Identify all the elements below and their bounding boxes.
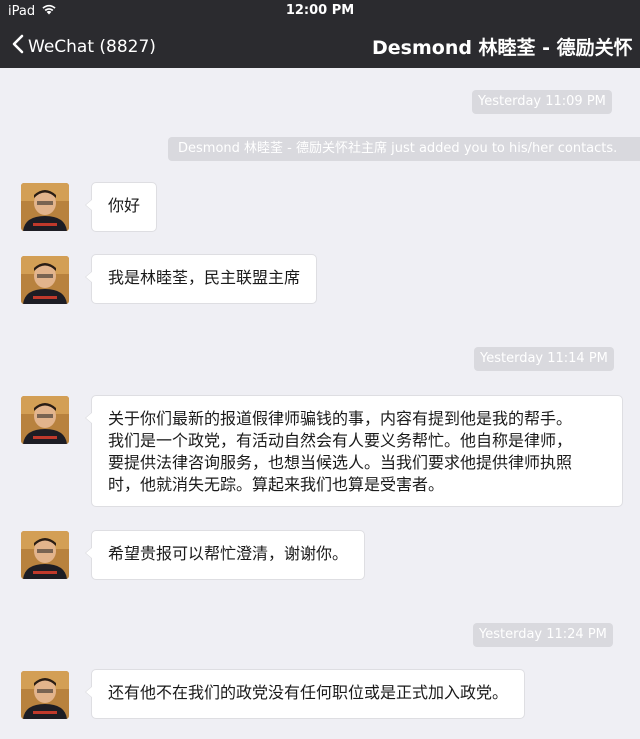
timestamp: Yesterday 11:24 PM — [473, 623, 613, 647]
message-bubble[interactable]: 关于你们最新的报道假律师骗钱的事，内容有提到他是我的帮手。 我们是一个政党，有活… — [85, 395, 623, 507]
contact-avatar[interactable] — [21, 531, 69, 579]
contact-avatar[interactable] — [21, 396, 69, 444]
message-text: 你好 — [108, 196, 141, 215]
contact-avatar[interactable] — [21, 183, 69, 231]
message-bubble[interactable]: 我是林睦荃，民主联盟主席 — [84, 254, 318, 304]
status-time: 12:00 PM — [285, 3, 355, 18]
message-line: 要提供法律咨询服务，也想当候选人。当我们要求他提供律师执照 — [108, 453, 573, 472]
timestamp: Yesterday 11:14 PM — [474, 347, 614, 371]
message-text: 我是林睦荃，民主联盟主席 — [108, 268, 301, 287]
message-text: 还有他不在我们的政党没有任何职位或是正式加入政党。 — [108, 683, 509, 702]
chat-area[interactable]: Yesterday 11:09 PM Desmond 林睦荃 - 德励关怀社主席… — [0, 68, 640, 739]
chat-title: Desmond 林睦荃 - 德励关怀 — [372, 37, 633, 59]
message-bubble[interactable]: 还有他不在我们的政党没有任何职位或是正式加入政党。 — [84, 669, 526, 719]
back-button[interactable]: WeChat (8827) — [12, 34, 156, 59]
message-line: 关于你们最新的报道假律师骗钱的事，内容有提到他是我的帮手。 — [108, 409, 573, 428]
back-label: WeChat (8827) — [28, 36, 156, 57]
contact-avatar[interactable] — [21, 256, 69, 304]
contact-avatar[interactable] — [21, 671, 69, 719]
chevron-left-icon — [12, 34, 24, 59]
message-text: 希望贵报可以帮忙澄清，谢谢你。 — [108, 544, 349, 563]
message-line: 我们是一个政党，有活动自然会有人要义务帮忙。他自称是律师， — [108, 431, 573, 450]
top-bar: iPad 12:00 PM WeChat (8827) Desmond 林睦荃 … — [0, 0, 640, 68]
message-bubble[interactable]: 你好 — [84, 182, 158, 232]
timestamp: Yesterday 11:09 PM — [472, 90, 612, 114]
message-line: 时，他就消失无踪。算起来我们也算是受害者。 — [108, 475, 445, 494]
system-message: Desmond 林睦荃 - 德励关怀社主席 just added you to … — [168, 137, 640, 161]
message-bubble[interactable]: 希望贵报可以帮忙澄清，谢谢你。 — [84, 530, 366, 580]
